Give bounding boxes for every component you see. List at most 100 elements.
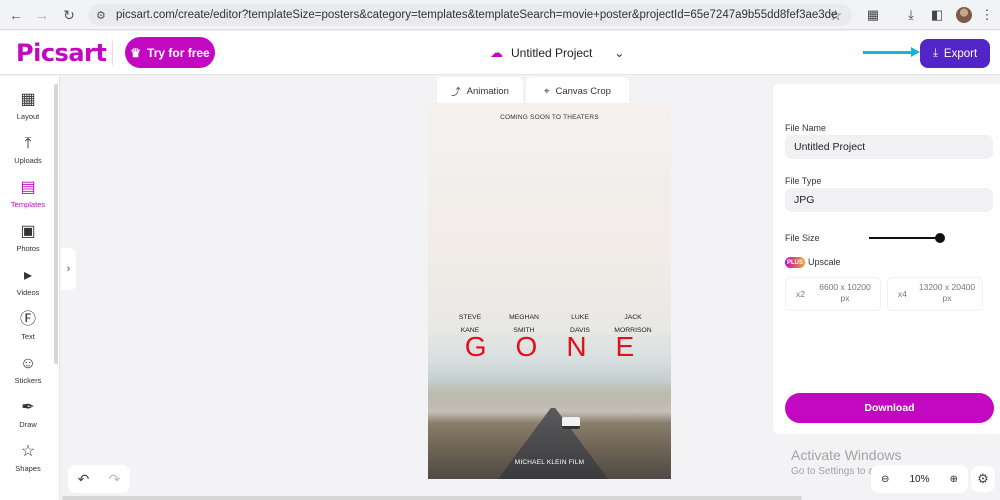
upscale-multiplier: x4: [898, 289, 907, 299]
more-icon[interactable]: ⋮: [976, 4, 998, 26]
poster-credit[interactable]: MICHAEL KLEIN FILM: [428, 459, 671, 466]
undo-redo-group: ↶ ↷: [68, 465, 130, 493]
browser-toolbar: ← → ↻ ⚙ picsart.com/create/editor?templa…: [0, 0, 1000, 30]
upload-icon: ⤒: [24, 135, 32, 152]
reload-icon[interactable]: ↻: [58, 4, 80, 26]
undo-icon[interactable]: ↶: [78, 471, 90, 488]
upscale-label: Upscale: [808, 257, 841, 267]
tool-label: Videos: [16, 288, 40, 297]
upscale-option-x2[interactable]: x2 6600 x 10200 px: [785, 277, 881, 311]
back-icon[interactable]: ←: [5, 4, 27, 26]
stickers-icon: ☺: [19, 355, 37, 372]
sidebar-icon[interactable]: ◧: [926, 4, 948, 26]
tool-text[interactable]: Ⓕ Text: [4, 306, 52, 346]
brush-icon: ✒: [21, 399, 35, 416]
animation-tab[interactable]: ⤴ Animation: [437, 77, 523, 105]
upscale-multiplier: x2: [796, 289, 805, 299]
plus-badge: PLUS: [785, 257, 805, 268]
annotation-arrow-head: [911, 47, 920, 57]
file-size-slider[interactable]: [869, 237, 940, 239]
resolution-line: 6600 x 10200: [819, 282, 871, 292]
file-type-select[interactable]: JPG: [785, 188, 993, 212]
left-toolbar: ▦ Layout ⤒ Uploads ▤ Templates ▣ Photos …: [0, 76, 60, 500]
url-text: picsart.com/create/editor?templateSize=p…: [116, 9, 838, 21]
upscale-option-x4[interactable]: x4 13200 x 20400 px: [887, 277, 983, 311]
poster-title[interactable]: GONE: [428, 331, 671, 363]
tool-videos[interactable]: ▸ Videos: [4, 262, 52, 302]
crop-icon: ⌖: [544, 85, 550, 97]
upscale-resolution: 13200 x 20400 px: [912, 282, 982, 304]
project-name-dropdown[interactable]: ☁ Untitled Project ⌄: [490, 43, 624, 63]
tool-layout[interactable]: ▦ Layout: [4, 86, 52, 126]
poster-tagline[interactable]: COMING SOON TO THEATERS: [428, 114, 671, 121]
tool-label: Stickers: [14, 376, 42, 385]
resolution-unit: px: [840, 293, 850, 303]
animation-label: Animation: [466, 85, 509, 97]
chevron-right-icon: ›: [66, 263, 71, 275]
videos-icon: ▸: [23, 267, 33, 284]
tool-label: Templates: [10, 200, 46, 209]
tool-label: Photos: [16, 244, 40, 253]
text-icon: Ⓕ: [19, 311, 36, 328]
try-for-free-button[interactable]: ♛ Try for free: [125, 37, 215, 68]
tool-label: Shapes: [15, 464, 41, 473]
tool-stickers[interactable]: ☺ Stickers: [4, 350, 52, 390]
redo-icon[interactable]: ↷: [109, 471, 121, 488]
extensions-icon[interactable]: ▦: [862, 4, 884, 26]
photos-icon: ▣: [20, 223, 36, 240]
export-label: Export: [943, 47, 978, 60]
tool-label: Uploads: [14, 156, 42, 165]
site-info-icon[interactable]: ⚙: [96, 9, 110, 22]
tool-uploads[interactable]: ⤒ Uploads: [4, 130, 52, 170]
upscale-resolution: 6600 x 10200 px: [810, 282, 880, 304]
download-button[interactable]: Download: [785, 393, 994, 423]
export-button[interactable]: ⤓ Export: [920, 39, 990, 68]
bookmark-star-icon[interactable]: ☆: [829, 7, 842, 24]
cast-first-name: MEGHAN: [509, 314, 539, 321]
animation-icon: ⤴: [451, 87, 461, 98]
export-panel: File Name Untitled Project File Type JPG…: [773, 84, 1000, 434]
chevron-down-icon: ⌄: [614, 46, 625, 60]
zoom-in-icon[interactable]: ⊕: [950, 474, 958, 485]
tool-templates[interactable]: ▤ Templates: [4, 174, 52, 214]
download-icon[interactable]: ⤓: [900, 4, 922, 26]
file-size-slider-handle[interactable]: [935, 233, 945, 243]
forward-icon[interactable]: →: [31, 4, 53, 26]
try-for-free-label: Try for free: [147, 45, 210, 60]
cast-first-name: LUKE: [571, 314, 589, 321]
resolution-line: 13200 x 20400: [918, 282, 976, 292]
layout-icon: ▦: [20, 91, 36, 108]
settings-gear-icon[interactable]: ⚙: [971, 466, 995, 492]
shapes-icon: ☆: [20, 443, 36, 460]
project-name: Untitled Project: [511, 46, 593, 60]
expand-panel-button[interactable]: ›: [61, 248, 76, 290]
tool-label: Layout: [16, 112, 40, 121]
cast-first-name: STEVE: [458, 314, 482, 321]
resolution-unit: px: [942, 293, 952, 303]
cast-first-name: JACK: [624, 314, 642, 321]
poster-car: [562, 417, 580, 429]
tool-label: Text: [21, 332, 35, 341]
canvas-crop-tab[interactable]: ⌖ Canvas Crop: [526, 77, 629, 105]
annotation-arrow: [863, 51, 915, 54]
toolbar-scrollbar[interactable]: [54, 84, 58, 364]
tool-photos[interactable]: ▣ Photos: [4, 218, 52, 258]
tool-shapes[interactable]: ☆ Shapes: [4, 438, 52, 478]
download-icon: ⤓: [932, 47, 938, 59]
address-bar[interactable]: ⚙ picsart.com/create/editor?templateSize…: [88, 4, 852, 26]
file-name-field[interactable]: Untitled Project: [785, 135, 993, 159]
file-type-label: File Type: [785, 176, 822, 186]
cloud-icon: ☁: [490, 45, 503, 60]
profile-avatar[interactable]: [953, 4, 975, 26]
zoom-level[interactable]: 10%: [909, 474, 929, 485]
canvas-crop-label: Canvas Crop: [555, 85, 611, 97]
poster-canvas[interactable]: COMING SOON TO THEATERS STEVE KANE MEGHA…: [428, 103, 671, 479]
templates-icon: ▤: [20, 179, 36, 196]
tool-label: Draw: [19, 420, 37, 429]
zoom-out-icon[interactable]: ⊖: [881, 474, 889, 485]
canvas-horizontal-scrollbar[interactable]: [62, 496, 802, 500]
picsart-logo[interactable]: Picsart: [16, 39, 107, 67]
tool-draw[interactable]: ✒ Draw: [4, 394, 52, 434]
zoom-control: ⊖ 10% ⊕: [871, 465, 968, 493]
app-header: Picsart ♛ Try for free ☁ Untitled Projec…: [0, 31, 1000, 75]
